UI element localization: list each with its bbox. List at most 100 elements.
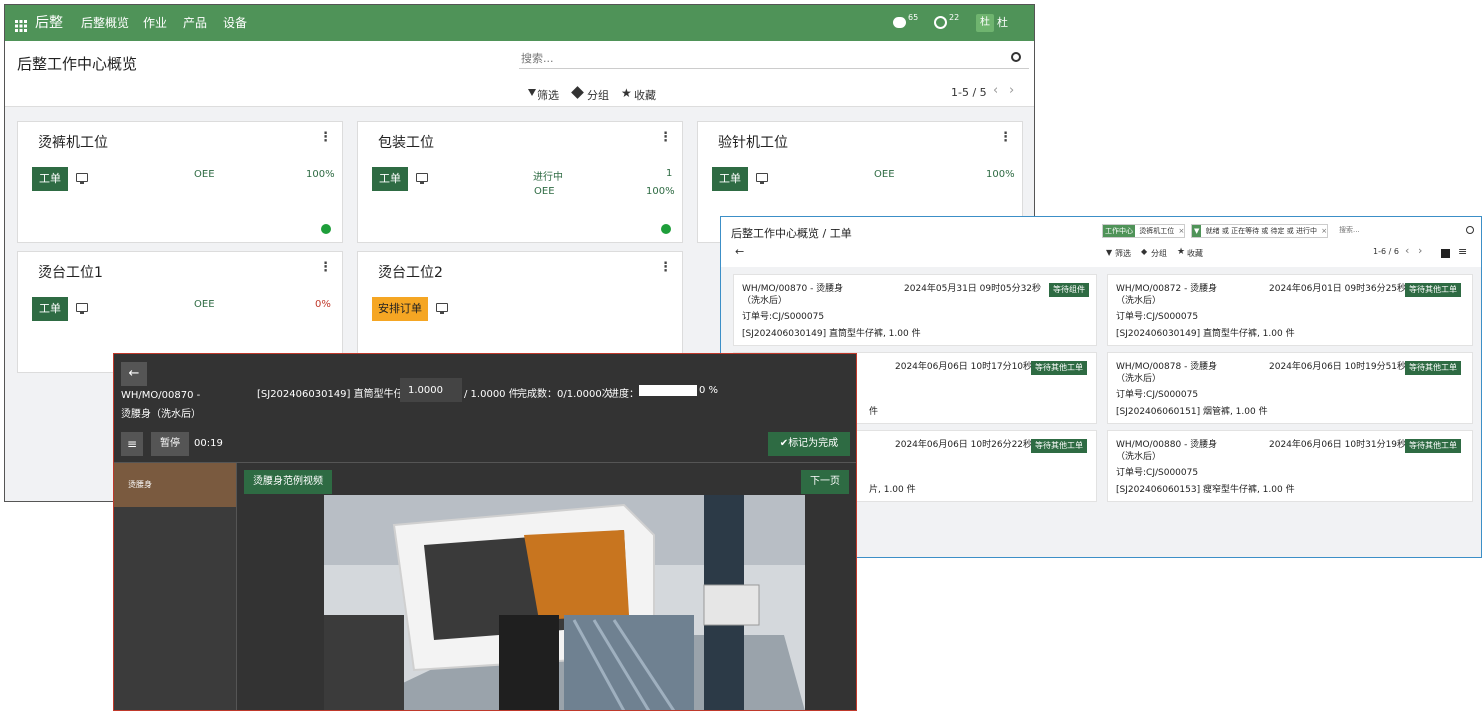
workorder-button[interactable]: 工单 — [712, 167, 748, 191]
status-badge: 等待其他工单 — [1031, 361, 1087, 375]
check-icon: ✔ — [779, 438, 789, 449]
workorder-button[interactable]: 工单 — [372, 167, 408, 191]
monitor-icon[interactable] — [416, 173, 428, 184]
activity-count: 22 — [949, 13, 960, 22]
header-panel: ← WH/MO/00870 - 烫腰身（洗水后） [SJ202406030149… — [114, 354, 856, 462]
workorder-button[interactable]: 工单 — [32, 297, 68, 321]
menu-button[interactable]: ≡ — [121, 432, 143, 456]
filter-icon[interactable] — [528, 89, 536, 96]
mark-done-button[interactable]: ✔标记为完成 — [768, 432, 850, 456]
top-navbar: 后整 后整概览 作业 产品 设备 65 22 杜 杜 — [5, 5, 1034, 41]
user-avatar[interactable]: 杜 — [976, 14, 994, 32]
breadcrumb[interactable]: 后整工作中心概览 / 工单 — [731, 225, 852, 241]
mo-sub: （洗水后） — [1116, 296, 1162, 306]
monitor-icon[interactable] — [76, 303, 88, 314]
workcenter-name[interactable]: 烫台工位2 — [378, 262, 443, 282]
nav-item-products[interactable]: 产品 — [183, 5, 207, 41]
star-icon[interactable]: ★ — [621, 86, 632, 100]
favorite-button[interactable]: 收藏 — [634, 87, 656, 103]
search-input[interactable] — [1337, 223, 1457, 237]
kanban-view-icon[interactable] — [1441, 249, 1450, 258]
close-icon[interactable]: × — [1321, 227, 1327, 235]
quantity-input[interactable] — [400, 378, 462, 402]
monitor-icon[interactable] — [436, 303, 448, 314]
star-icon[interactable]: ★ — [1177, 247, 1185, 257]
scheduled-date: 2024年06月06日 10时31分19秒 — [1269, 440, 1407, 450]
chevron-right-icon[interactable]: › — [1418, 244, 1422, 257]
filter-icon[interactable]: ▼ — [1106, 248, 1112, 257]
search-input[interactable] — [519, 49, 1029, 69]
filter-button[interactable]: 筛选 — [1115, 248, 1131, 259]
close-icon[interactable]: × — [1178, 227, 1184, 235]
search-icon[interactable] — [1011, 52, 1021, 62]
workorder-card[interactable]: WH/MO/00870 - 烫腰身 （洗水后） 2024年05月31日 09时0… — [733, 274, 1097, 346]
pause-button[interactable]: 暂停 — [151, 432, 189, 456]
workcenter-name[interactable]: 烫台工位1 — [38, 262, 103, 282]
pager: 1-6 / 6 — [1373, 247, 1399, 256]
workcenter-name[interactable]: 包装工位 — [378, 132, 434, 152]
kebab-menu-icon[interactable]: ⋮ — [319, 260, 332, 275]
facet-value: 就绪 或 正在等待 或 待定 或 进行中 — [1205, 227, 1317, 235]
activity-icon[interactable] — [934, 16, 947, 29]
list-view-icon[interactable]: ≡ — [1458, 245, 1467, 258]
nav-item-operations[interactable]: 作业 — [143, 5, 167, 41]
mo-sub: （洗水后） — [742, 296, 788, 306]
group-icon[interactable]: ◆ — [1141, 247, 1147, 256]
monitor-icon[interactable] — [76, 173, 88, 184]
workorder-card[interactable]: WH/MO/00878 - 烫腰身 （洗水后） 2024年06月06日 10时1… — [1107, 352, 1473, 424]
instruction-video[interactable] — [324, 495, 805, 710]
workorder-button[interactable]: 工单 — [32, 167, 68, 191]
in-progress-count[interactable]: 1 — [666, 168, 672, 179]
chat-icon[interactable] — [893, 17, 906, 28]
status-badge: 等待其他工单 — [1405, 283, 1461, 297]
kebab-menu-icon[interactable]: ⋮ — [659, 130, 672, 145]
scheduled-date: 2024年05月31日 09时05分32秒 — [904, 284, 1042, 294]
apps-menu-icon[interactable] — [15, 17, 27, 32]
chat-count: 65 — [908, 13, 919, 22]
next-page-button[interactable]: 下一页 — [801, 470, 849, 494]
back-arrow-icon[interactable]: ← — [735, 245, 744, 258]
nav-item-equipment[interactable]: 设备 — [223, 5, 247, 41]
group-button[interactable]: 分组 — [1151, 248, 1167, 259]
group-button[interactable]: 分组 — [587, 87, 609, 103]
step-item[interactable]: 烫腰身 — [114, 463, 236, 507]
order-number: 订单号:CJ/S000075 — [1116, 390, 1199, 400]
product-line: [SJ202406030149] 直筒型牛仔裤, 1.00 件 — [1116, 329, 1295, 339]
chevron-right-icon[interactable]: › — [1009, 83, 1014, 98]
user-name[interactable]: 杜 — [997, 5, 1008, 41]
kebab-menu-icon[interactable]: ⋮ — [659, 260, 672, 275]
schedule-order-button[interactable]: 安排订单 — [372, 297, 428, 321]
facet-workcenter[interactable]: 工作中心 烫裤机工位 × — [1102, 224, 1186, 238]
facet-status[interactable]: ▼ 就绪 或 正在等待 或 待定 或 进行中 × — [1191, 224, 1329, 238]
oee-value: 100% — [306, 169, 335, 180]
back-arrow-icon: ← — [128, 366, 140, 381]
workcenter-name[interactable]: 验针机工位 — [718, 132, 788, 152]
search-icon[interactable] — [1466, 226, 1474, 234]
workorder-card[interactable]: WH/MO/00880 - 烫腰身 （洗水后） 2024年06月06日 10时3… — [1107, 430, 1473, 502]
filter-button[interactable]: 筛选 — [537, 87, 559, 103]
product-line: [SJ202406030149] 直筒型牛仔裤, 1.00 件 — [742, 329, 921, 339]
chevron-left-icon[interactable]: ‹ — [1405, 244, 1409, 257]
in-progress-label[interactable]: 进行中 — [533, 168, 563, 183]
nav-item-overview[interactable]: 后整概览 — [81, 5, 129, 41]
video-tab[interactable]: 烫腰身范例视频 — [244, 470, 332, 494]
progress-text: 0 % — [699, 385, 719, 396]
kebab-menu-icon[interactable]: ⋮ — [999, 130, 1012, 145]
mo-sub: （洗水后） — [1116, 452, 1162, 462]
workcenter-name[interactable]: 烫裤机工位 — [38, 132, 108, 152]
favorite-button[interactable]: 收藏 — [1187, 248, 1203, 259]
workorder-card[interactable]: WH/MO/00872 - 烫腰身 （洗水后） 2024年06月01日 09时3… — [1107, 274, 1473, 346]
back-button[interactable]: ← — [121, 362, 147, 386]
product-line: [SJ202406060153] 瘦窄型牛仔裤, 1.00 件 — [1116, 485, 1295, 495]
monitor-icon[interactable] — [756, 173, 768, 184]
product-line: 片, 1.00 件 — [869, 485, 916, 495]
chevron-left-icon[interactable]: ‹ — [993, 83, 998, 98]
product-label: [SJ202406030149] 直筒型牛仔裤: — [257, 389, 417, 400]
steps-sidebar: 烫腰身 — [114, 463, 237, 710]
kebab-menu-icon[interactable]: ⋮ — [319, 130, 332, 145]
workcenter-card: 烫裤机工位 ⋮ 工单 OEE 100% — [17, 121, 343, 243]
group-icon[interactable] — [571, 86, 584, 99]
pager: 1-5 / 5 — [951, 86, 987, 99]
step-item-label: 烫腰身 — [128, 480, 152, 489]
app-name[interactable]: 后整 — [35, 5, 63, 41]
